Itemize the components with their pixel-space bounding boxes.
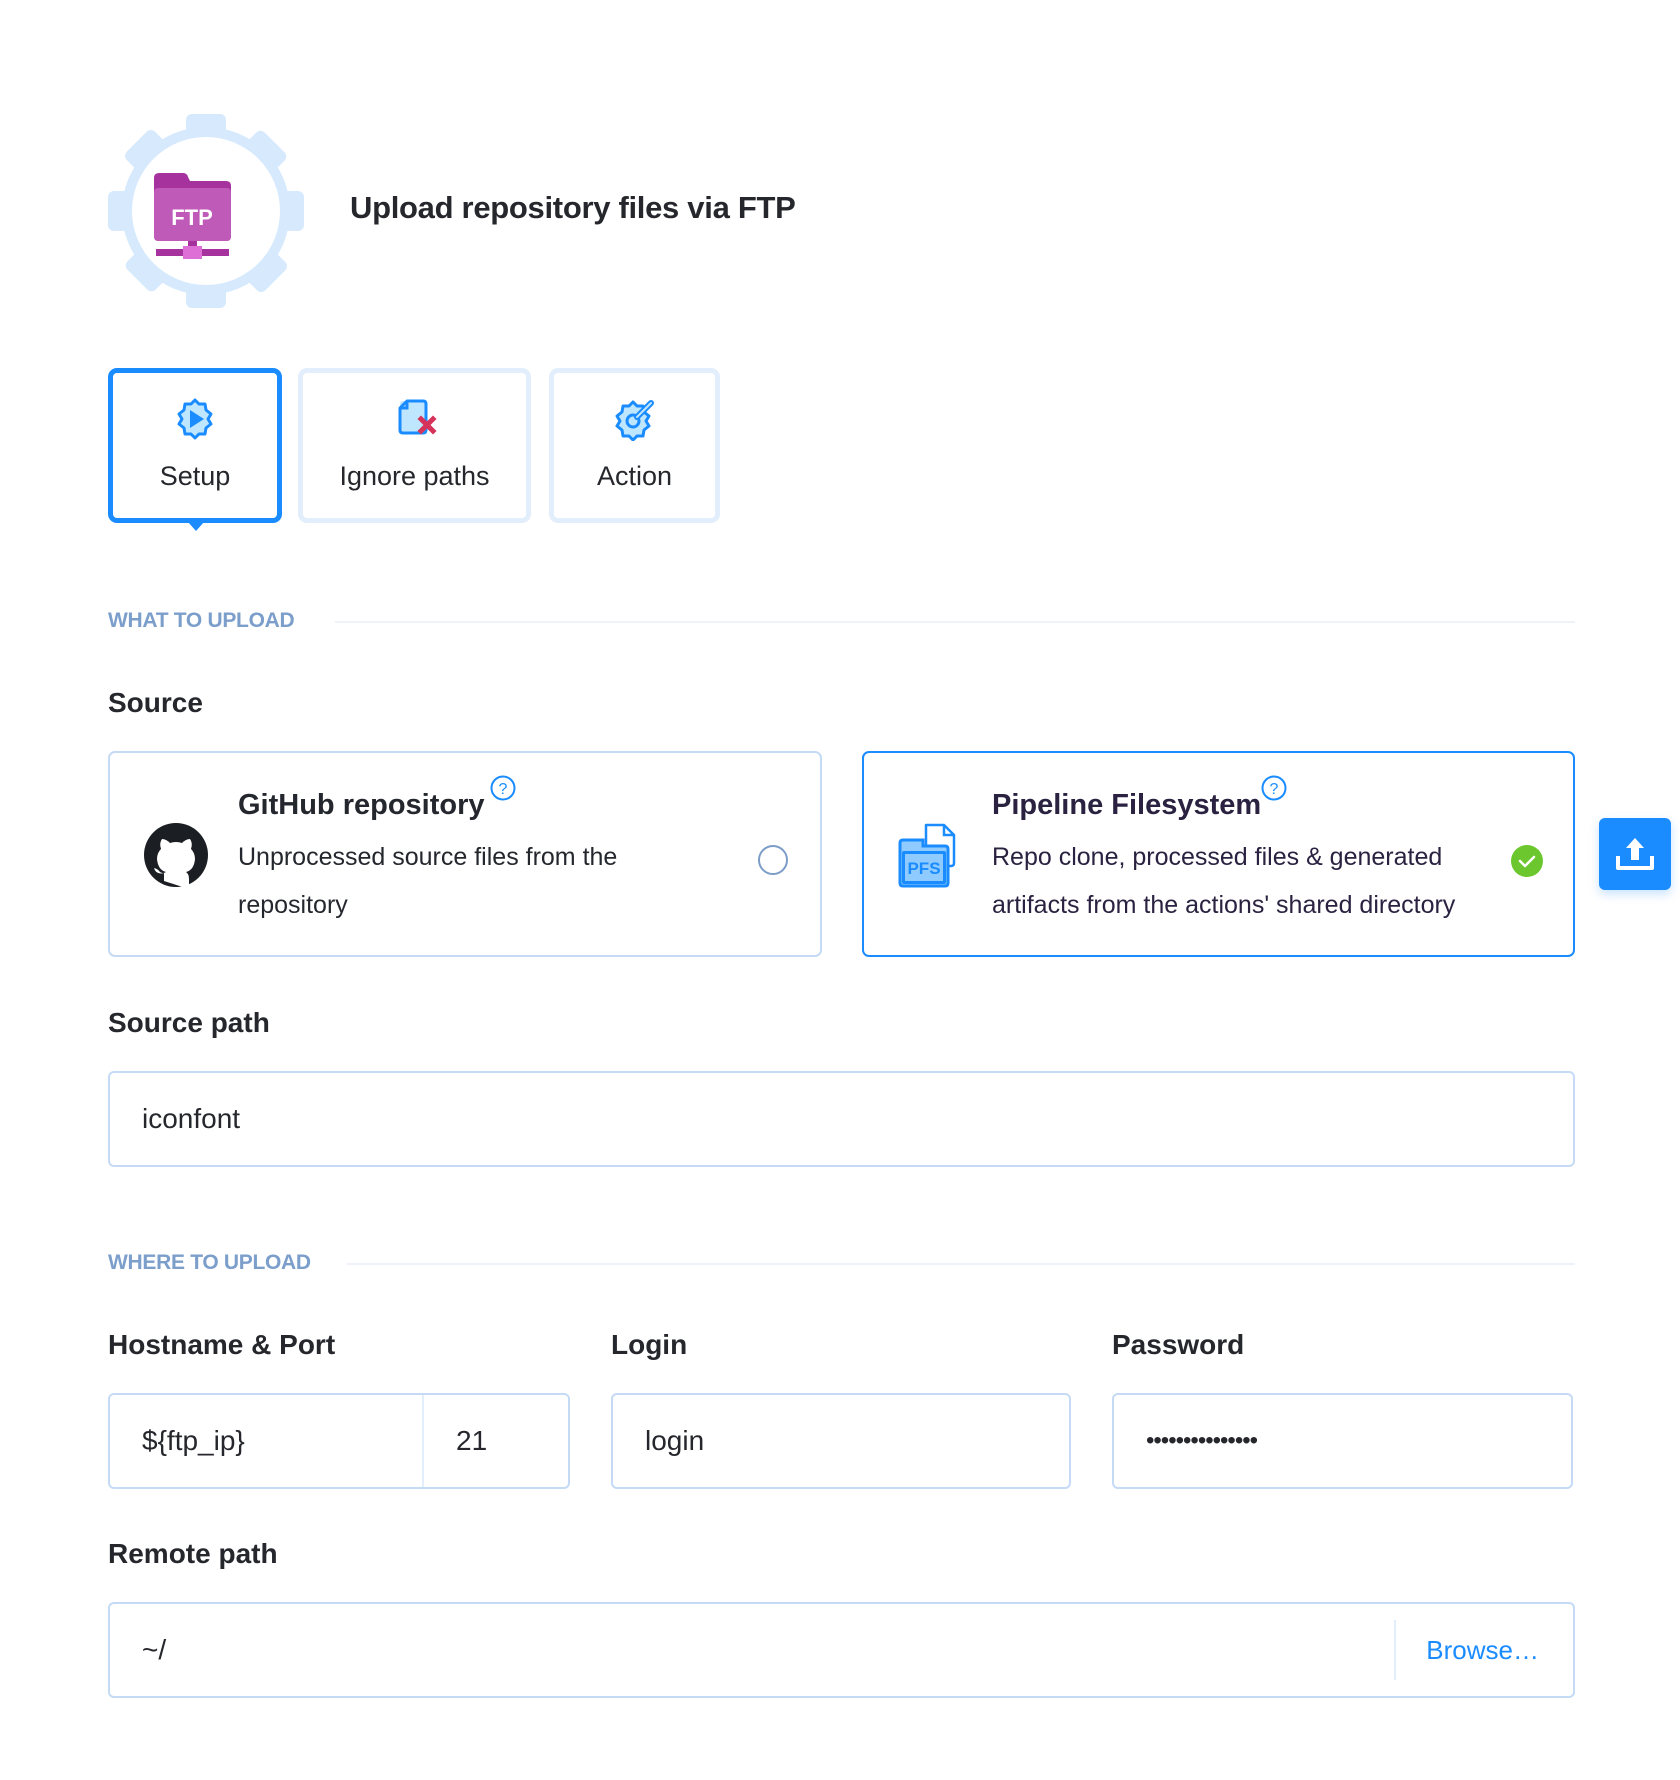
svg-text:PFS: PFS	[907, 859, 940, 878]
tab-setup[interactable]: Setup	[108, 368, 282, 523]
remote-path-label: Remote path	[108, 1538, 278, 1569]
source-label: Source	[108, 687, 203, 718]
field-divider	[1394, 1620, 1396, 1680]
login-input[interactable]: login	[611, 1393, 1071, 1489]
file-cross-icon	[398, 399, 437, 435]
browse-button[interactable]: Browse…	[1426, 1635, 1539, 1666]
password-label: Password	[1112, 1329, 1245, 1360]
field-divider	[422, 1395, 424, 1487]
svg-text:FTP: FTP	[171, 205, 213, 230]
source-option-github[interactable]: GitHub repository ? Unprocessed source f…	[108, 751, 822, 957]
source-title: GitHub repository	[238, 789, 485, 821]
source-title: Pipeline Filesystem	[992, 789, 1262, 821]
section-title-what-to-upload: WHAT TO UPLOAD	[108, 609, 295, 632]
port-input[interactable]: 21	[456, 1425, 487, 1457]
password-input[interactable]: •••••••••••••••	[1112, 1393, 1573, 1489]
hostname-input[interactable]: ${ftp_ip}	[110, 1425, 422, 1457]
upload-button[interactable]	[1599, 818, 1671, 890]
remote-path-input[interactable]: ~/	[110, 1634, 1426, 1666]
tab-label: Setup	[159, 461, 231, 491]
source-option-pipeline-filesystem[interactable]: PFS Pipeline Filesystem ? Repo clone, pr…	[862, 751, 1575, 957]
section-divider	[347, 1263, 1575, 1265]
help-icon[interactable]: ?	[490, 775, 516, 801]
active-tab-pointer	[188, 522, 204, 531]
tab-label: Action	[596, 461, 673, 491]
gear-play-icon	[177, 398, 213, 440]
svg-text:?: ?	[1270, 781, 1279, 798]
password-value: •••••••••••••••	[1146, 1427, 1258, 1454]
page-title: Upload repository files via FTP	[350, 190, 796, 225]
ftp-folder-gear-icon: FTP	[108, 114, 304, 308]
section-divider	[335, 621, 1575, 623]
tab-label: Ignore paths	[339, 461, 490, 491]
upload-icon	[1616, 838, 1654, 870]
hostname-port-label: Hostname & Port	[108, 1329, 336, 1360]
source-description: Unprocessed source files from the reposi…	[238, 843, 618, 919]
gear-wrench-icon	[615, 400, 654, 441]
svg-text:?: ?	[499, 781, 508, 798]
login-value: login	[645, 1425, 705, 1456]
radio-unselected[interactable]	[758, 845, 788, 875]
ftp-logo: FTP	[108, 114, 304, 308]
tab-ignore-paths[interactable]: Ignore paths	[298, 368, 531, 523]
source-path-label: Source path	[108, 1007, 270, 1038]
source-description: Repo clone, processed files & generated …	[992, 843, 1456, 919]
check-circle-icon	[1511, 845, 1543, 877]
source-path-value: iconfont	[142, 1103, 241, 1134]
help-icon[interactable]: ?	[1261, 775, 1287, 801]
login-label: Login	[611, 1329, 688, 1360]
hostname-port-group: ${ftp_ip} 21	[108, 1393, 570, 1489]
source-path-input[interactable]: iconfont	[108, 1071, 1575, 1167]
tab-action[interactable]: Action	[549, 368, 720, 523]
remote-path-group: ~/ Browse…	[108, 1602, 1575, 1698]
pfs-icon: PFS	[898, 823, 956, 888]
github-icon	[144, 823, 208, 889]
section-title-where-to-upload: WHERE TO UPLOAD	[108, 1251, 311, 1274]
